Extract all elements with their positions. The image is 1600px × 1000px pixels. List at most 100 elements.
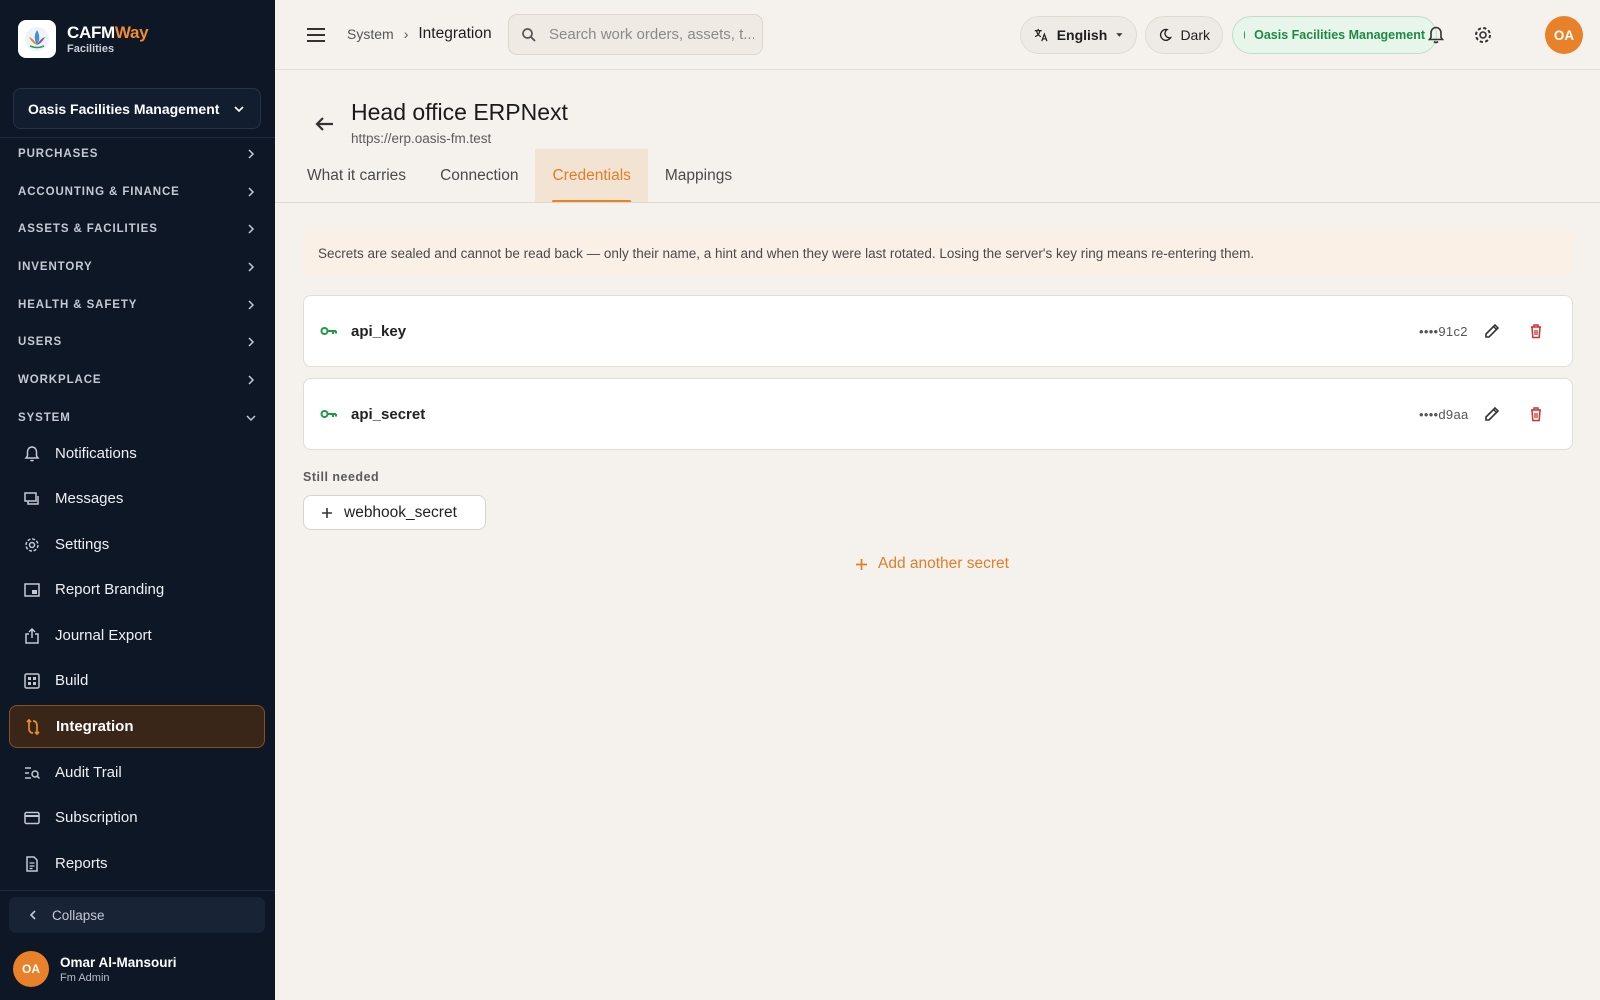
sidebar-item-report-branding[interactable]: Report Branding [9, 568, 265, 611]
reports-icon [21, 853, 43, 875]
brand[interactable]: CAFMWay Facilities [18, 20, 149, 58]
add-webhook-secret-button[interactable]: webhook_secret [303, 495, 486, 530]
plus-icon [322, 507, 332, 518]
secret-hint: ••••d9aa [1419, 406, 1469, 422]
theme-label: Dark [1180, 27, 1210, 43]
needed-secret-name: webhook_secret [344, 503, 457, 521]
brand-name: CAFMWay [67, 22, 149, 42]
user-profile[interactable]: OA Omar Al-Mansouri Fm Admin [13, 951, 177, 987]
nav-group-accounting-finance[interactable]: ACCOUNTING & FINANCE [0, 177, 275, 207]
sidebar-item-audit-trail[interactable]: Audit Trail [9, 751, 265, 794]
language-selector[interactable]: English [1020, 16, 1137, 54]
sidebar-item-label: Reports [55, 855, 108, 872]
translate-icon [1034, 28, 1048, 42]
branding-icon [21, 579, 43, 601]
edit-pencil-icon[interactable] [1481, 320, 1503, 342]
caret-down-icon [1116, 33, 1123, 37]
export-icon [21, 625, 43, 647]
sidebar-item-messages[interactable]: Messages [9, 477, 265, 520]
delete-trash-icon[interactable] [1525, 320, 1547, 342]
sidebar-divider [0, 137, 275, 138]
notifications-bell-icon[interactable] [1424, 23, 1448, 47]
sidebar-item-label: Messages [55, 490, 124, 507]
tabs-divider [275, 202, 1600, 203]
chevron-down-icon [246, 415, 256, 422]
key-icon [319, 404, 339, 424]
secret-hint: ••••91c2 [1419, 323, 1468, 339]
back-arrow-icon[interactable] [312, 111, 338, 137]
chevron-right-icon: › [403, 26, 409, 42]
nav-group-assets-facilities[interactable]: ASSETS & FACILITIES [0, 214, 275, 244]
secret-row-api-key: api_key ••••91c2 [303, 295, 1573, 367]
bell-icon [21, 443, 43, 465]
tab-connection[interactable]: Connection [423, 149, 535, 203]
org-status-label: Oasis Facilities Management [1254, 28, 1425, 42]
sidebar-item-label: Subscription [55, 809, 138, 826]
nav-group-label: INVENTORY [18, 261, 93, 273]
secret-name: api_key [351, 322, 407, 340]
sidebar-item-journal-export[interactable]: Journal Export [9, 614, 265, 657]
search-input[interactable] [549, 26, 754, 43]
sidebar-item-subscription[interactable]: Subscription [9, 796, 265, 839]
tab-mappings[interactable]: Mappings [648, 149, 749, 203]
add-another-secret-button[interactable]: Add another secret [855, 555, 1009, 573]
still-needed-heading: Still needed [303, 470, 380, 484]
sidebar-item-notifications[interactable]: Notifications [9, 432, 265, 475]
card-icon [21, 807, 43, 829]
breadcrumb-current: Integration [418, 25, 492, 42]
nav-group-label: ACCOUNTING & FINANCE [18, 186, 180, 198]
integration-url: https://erp.oasis-fm.test [351, 131, 492, 146]
plus-icon [856, 558, 867, 570]
key-icon [319, 321, 339, 341]
nav-group-label: SYSTEM [18, 412, 71, 424]
language-label: English [1056, 27, 1108, 43]
nav-group-system[interactable]: SYSTEM [0, 403, 275, 433]
avatar: OA [13, 951, 49, 987]
nav-group-label: HEALTH & SAFETY [18, 299, 138, 311]
chevron-right-icon [248, 375, 255, 385]
add-secret-label: Add another secret [878, 555, 1009, 572]
nav-group-inventory[interactable]: INVENTORY [0, 252, 275, 282]
user-role: Fm Admin [60, 971, 110, 984]
chevron-left-icon [29, 910, 36, 920]
sidebar-item-integration[interactable]: Integration [9, 705, 265, 748]
page-title: Head office ERPNext [351, 99, 568, 125]
chat-icon [21, 488, 43, 510]
sidebar-divider [0, 890, 275, 891]
org-selector[interactable]: Oasis Facilities Management [13, 88, 261, 129]
chevron-down-icon [234, 105, 244, 112]
chevron-right-icon [248, 187, 255, 197]
nav-group-purchases[interactable]: PURCHASES [0, 139, 275, 169]
tab-what-it-carries[interactable]: What it carries [290, 149, 423, 203]
theme-toggle[interactable]: Dark [1145, 16, 1223, 54]
sidebar-item-settings[interactable]: Settings [9, 523, 265, 566]
sidebar-item-label: Notifications [55, 445, 137, 462]
sidebar-item-reports[interactable]: Reports [9, 842, 265, 885]
collapse-button[interactable]: Collapse [9, 897, 265, 933]
integration-icon [22, 716, 44, 738]
brand-subtitle: Facilities [67, 42, 115, 55]
sidebar-item-build[interactable]: Build [9, 659, 265, 702]
sidebar-item-label: Build [55, 672, 89, 689]
delete-trash-icon[interactable] [1525, 403, 1547, 425]
chevron-right-icon [248, 224, 255, 234]
audit-icon [21, 762, 43, 784]
sidebar-item-label: Integration [56, 718, 134, 735]
chevron-right-icon [248, 149, 255, 159]
org-selector-label: Oasis Facilities Management [28, 100, 220, 117]
org-status-badge[interactable]: Oasis Facilities Management [1232, 16, 1437, 54]
tab-credentials[interactable]: Credentials [535, 149, 648, 203]
gear-icon [21, 534, 43, 556]
user-avatar[interactable]: OA [1545, 16, 1583, 54]
secret-name: api_secret [351, 405, 426, 423]
sidebar-item-label: Report Branding [55, 581, 165, 598]
logo-icon [18, 20, 56, 58]
breadcrumb-system[interactable]: System [347, 26, 394, 42]
info-notice: Secrets are sealed and cannot be read ba… [303, 231, 1573, 276]
settings-gear-icon[interactable] [1471, 23, 1495, 47]
menu-icon[interactable] [304, 24, 328, 46]
edit-pencil-icon[interactable] [1481, 403, 1503, 425]
nav-group-workplace[interactable]: WORKPLACE [0, 365, 275, 395]
nav-group-health-safety[interactable]: HEALTH & SAFETY [0, 290, 275, 320]
nav-group-users[interactable]: USERS [0, 327, 275, 357]
